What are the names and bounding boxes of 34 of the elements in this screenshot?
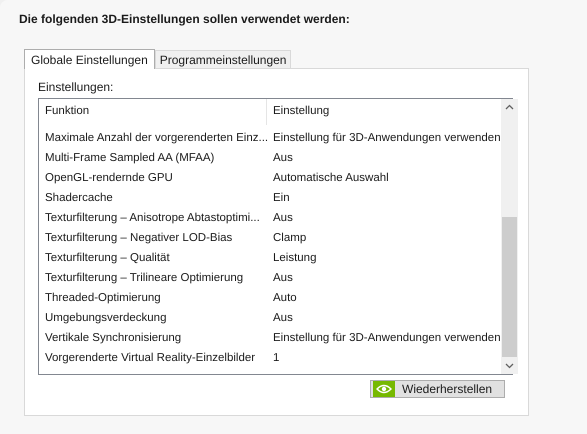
table-cell-text: Aus [272,151,293,166]
tab[interactable]: Globale Einstellungen [24,49,155,69]
table-cell-text: Auto [272,291,297,306]
section-heading: Die folgenden 3D-Einstellungen sollen verwendet werden: [19,11,351,27]
eye-logo-icon [373,381,395,397]
table-cell-text: Texturfilterung – Negativer LOD-Bias [44,231,234,246]
table-cell-text: Texturfilterung – Qualität [44,251,171,266]
table-cell-text: Ein [272,191,290,206]
column-header[interactable]: Funktion [39,99,267,125]
field-label: Einstellungen: [38,79,114,95]
table-cell-text: Automatische Auswahl [272,171,389,186]
table-cell-text: Texturfilterung – Trilineare Optimierung [44,271,244,286]
table-cell-text: Maximale Anzahl der vorgerenderten Einz... [44,131,267,146]
table-cell-text: Vertikale Synchronisierung [44,331,182,346]
table-cell-text: Aus [272,311,293,326]
table-cell-text: 1 [272,351,280,366]
table-cell-text: Umgebungsverdeckung [44,311,168,326]
table-cell-text: Einstellung für 3D-Anwendungen verwenden [272,131,501,146]
table-cell-text: Aus [272,271,293,286]
table-cell-text: Threaded-Optimierung [44,291,162,306]
table-cell-text: Leistung [272,251,316,266]
scrollbar-thumb[interactable] [502,217,517,357]
table-cell-text: Texturfilterung – Anisotrope Abtastoptimi... [44,211,261,226]
table-cell-text: Aus [272,211,293,226]
scrollbar[interactable] [500,99,518,374]
table-cell-text: OpenGL-rendernde GPU [44,171,174,186]
column-header[interactable]: Einstellung [267,99,501,125]
table-cell-text: Vorgerenderte Virtual Reality-Einzelbilder [44,351,256,366]
table-cell-text: Einstellung für 3D-Anwendungen verwenden [272,331,501,346]
table-cell-text: Shadercache [44,191,114,206]
table-cell-text: Multi-Frame Sampled AA (MFAA) [44,151,216,166]
restore-button[interactable]: Wiederherstellen [370,380,505,398]
table-cell-text: Clamp [272,231,306,246]
tab[interactable]: Programmeinstellungen [154,50,292,68]
